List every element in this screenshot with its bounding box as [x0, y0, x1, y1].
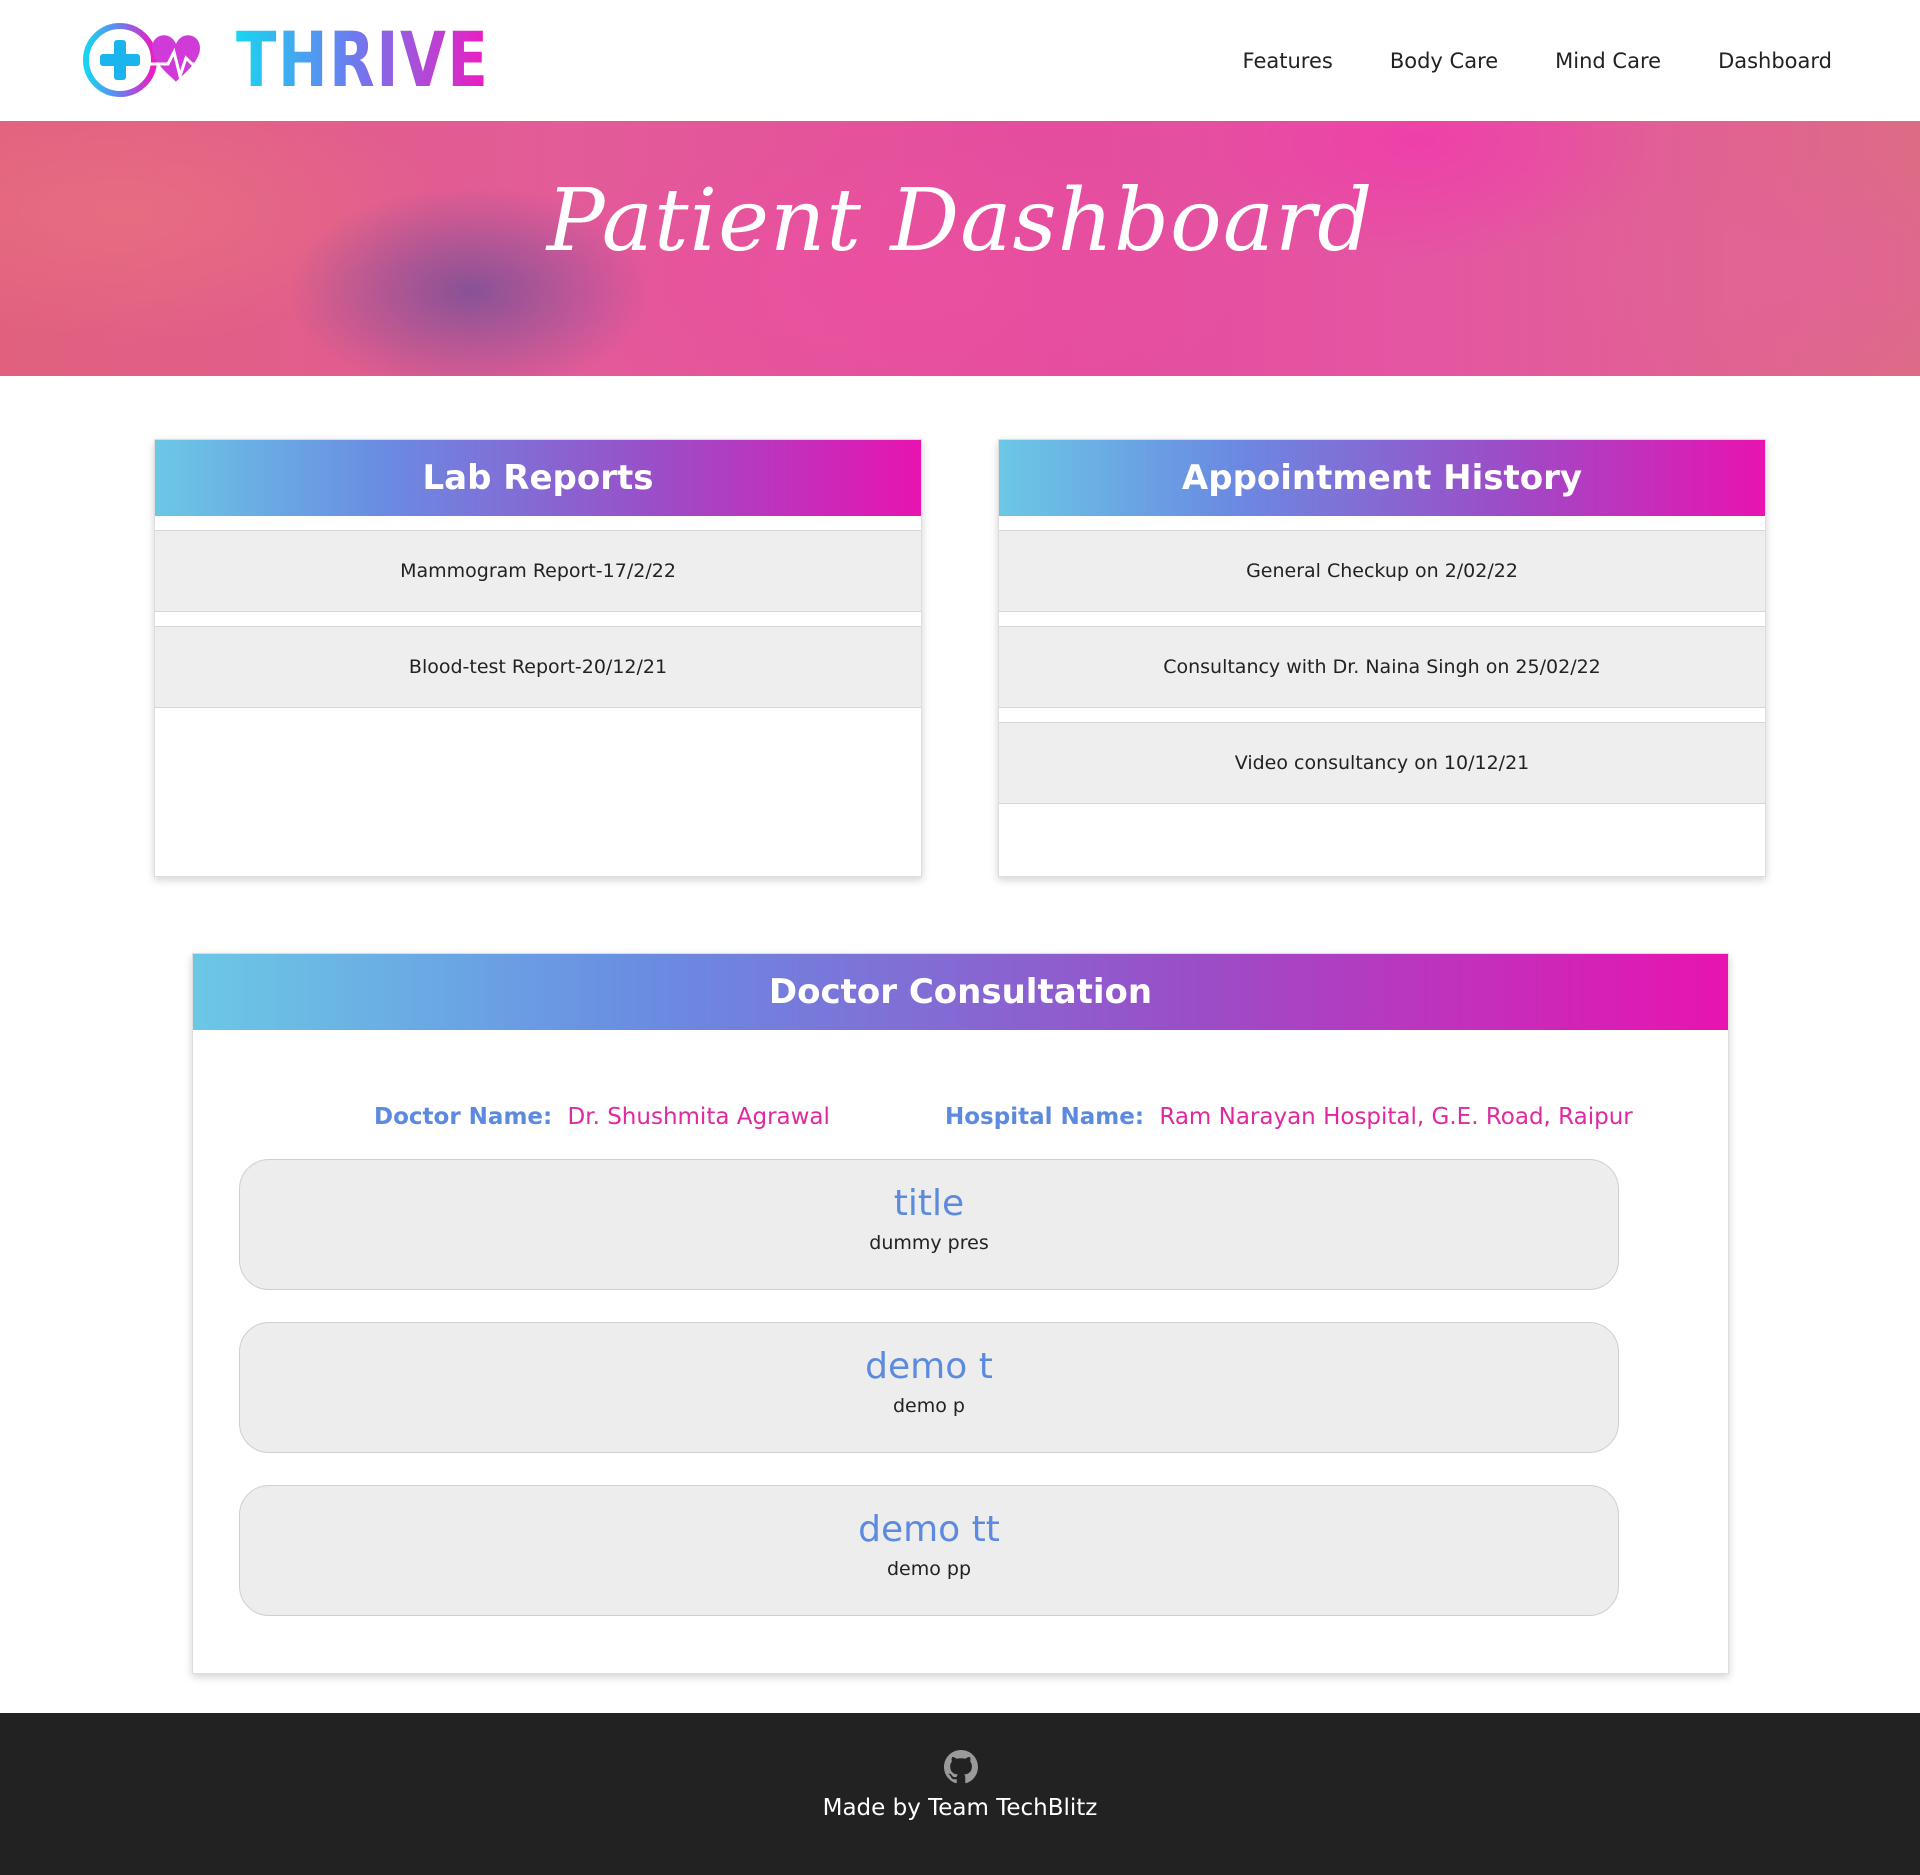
logo-icon	[83, 23, 222, 97]
prescription-title: demo tt	[858, 1509, 1000, 1550]
lab-reports-card: Lab Reports Mammogram Report-17/2/22 Blo…	[154, 439, 922, 877]
prescription-body: demo p	[893, 1395, 965, 1417]
hospital-name-label: Hospital Name:	[945, 1104, 1145, 1130]
nav-mind-care[interactable]: Mind Care	[1555, 40, 1661, 82]
logo[interactable]: THRIVE	[80, 18, 561, 102]
page-title: Patient Dashboard	[546, 170, 1374, 271]
appointment-history-title: Appointment History	[999, 440, 1765, 516]
lab-report-item[interactable]: Blood-test Report-20/12/21	[155, 626, 921, 708]
hospital-name-field: Hospital Name: Ram Narayan Hospital, G.E…	[945, 1104, 1633, 1130]
appointment-history-card: Appointment History General Checkup on 2…	[998, 439, 1766, 877]
doctor-name-value: Dr. Shushmita Agrawal	[567, 1104, 830, 1130]
prescription-body: demo pp	[886, 1558, 972, 1580]
github-icon[interactable]	[944, 1750, 978, 1784]
lab-reports-title: Lab Reports	[155, 440, 921, 516]
nav-body-care[interactable]: Body Care	[1390, 40, 1498, 82]
footer: Made by Team TechBlitz	[0, 1713, 1920, 1875]
doctor-name-field: Doctor Name: Dr. Shushmita Agrawal	[374, 1104, 830, 1130]
doctor-info: Doctor Name: Dr. Shushmita Agrawal Hospi…	[193, 1104, 1728, 1134]
prescription-card[interactable]: demo t demo p	[239, 1322, 1619, 1453]
brand-name: THRIVE	[236, 15, 490, 104]
doctor-consultation-card: Doctor Consultation Doctor Name: Dr. Shu…	[192, 953, 1729, 1674]
appointment-item[interactable]: Video consultancy on 10/12/21	[999, 722, 1765, 804]
prescription-card[interactable]: demo tt demo pp	[239, 1485, 1619, 1616]
footer-credit: Made by Team TechBlitz	[822, 1795, 1098, 1821]
doctor-name-label: Doctor Name:	[374, 1104, 553, 1130]
appointment-item[interactable]: General Checkup on 2/02/22	[999, 530, 1765, 612]
lab-report-item[interactable]: Mammogram Report-17/2/22	[155, 530, 921, 612]
navbar: THRIVE Features Body Care Mind Care Dash…	[0, 0, 1920, 121]
prescription-card[interactable]: title dummy pres	[239, 1159, 1619, 1290]
main-nav: Features Body Care Mind Care Dashboard	[1186, 40, 1832, 82]
hero-banner: Patient Dashboard	[0, 121, 1920, 376]
prescription-title: title	[893, 1183, 965, 1224]
prescription-body: dummy pres	[869, 1232, 989, 1254]
nav-features[interactable]: Features	[1243, 40, 1333, 82]
hospital-name-value: Ram Narayan Hospital, G.E. Road, Raipur	[1159, 1104, 1633, 1130]
nav-dashboard[interactable]: Dashboard	[1718, 40, 1832, 82]
prescription-title: demo t	[865, 1346, 993, 1387]
doctor-consultation-title: Doctor Consultation	[193, 954, 1728, 1030]
appointment-item[interactable]: Consultancy with Dr. Naina Singh on 25/0…	[999, 626, 1765, 708]
